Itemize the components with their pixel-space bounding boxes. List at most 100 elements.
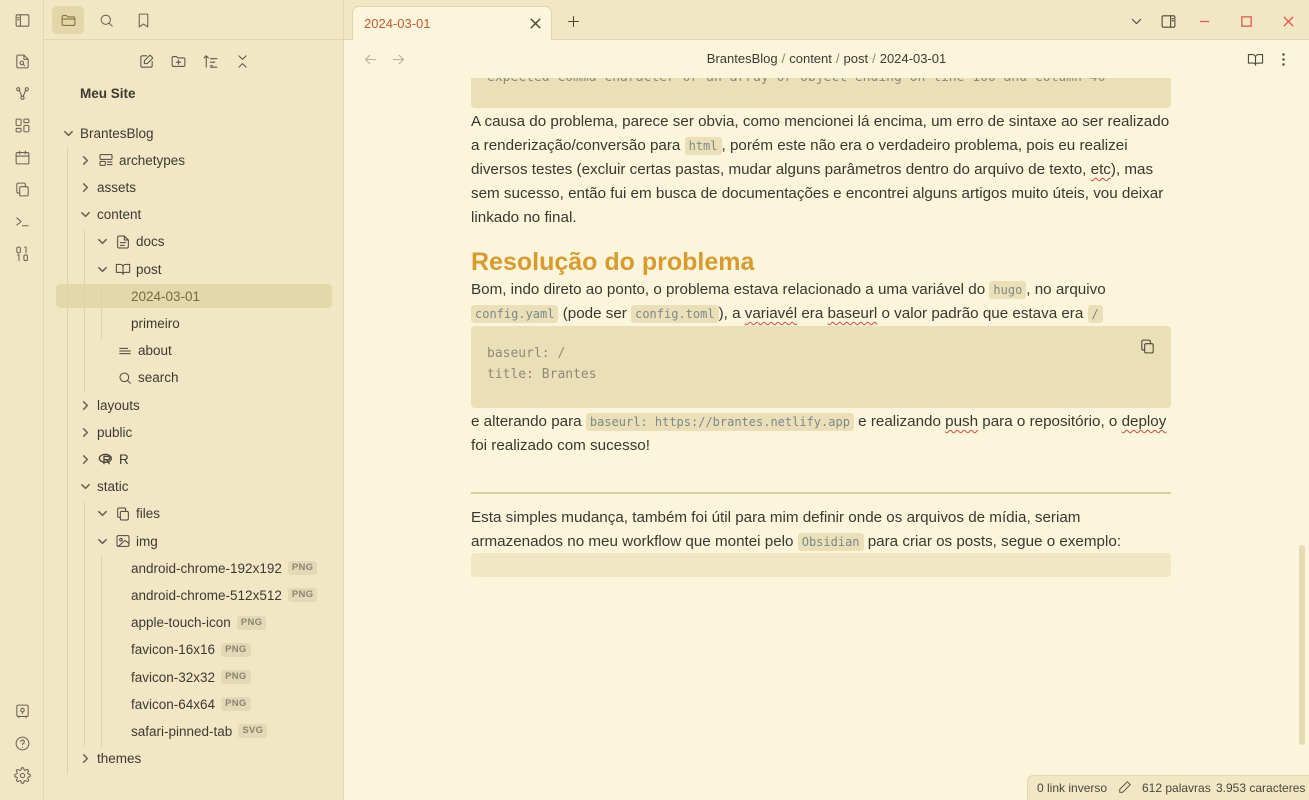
tree-folder[interactable]: layouts (44, 393, 334, 417)
tree-file[interactable]: android-chrome-192x192 PNG (44, 556, 334, 580)
chevron-down-icon[interactable] (96, 236, 108, 248)
paragraph-resolucao[interactable]: Bom, indo direto ao ponto, o problema es… (471, 278, 1171, 326)
tree-folder[interactable]: files (44, 502, 334, 526)
folder-icon[interactable] (52, 6, 84, 34)
tree-file[interactable]: 2024-03-01 (56, 284, 332, 309)
tree-folder[interactable]: content (44, 203, 334, 227)
chevron-down-icon[interactable] (79, 481, 91, 493)
chevron-down-icon[interactable] (79, 209, 91, 221)
sort-icon[interactable] (199, 50, 221, 72)
tree-file[interactable]: primeiro (44, 311, 334, 335)
tree-folder[interactable]: themes (44, 747, 334, 771)
tree-folder[interactable]: static (44, 475, 334, 499)
chevron-down-icon[interactable] (96, 535, 108, 547)
horizontal-rule (471, 492, 1171, 494)
maximize-icon[interactable] (1235, 10, 1257, 32)
tree-item-label: public (97, 424, 133, 440)
copy-icon[interactable] (11, 178, 33, 200)
help-icon[interactable] (11, 732, 33, 754)
graph-icon[interactable] (11, 82, 33, 104)
binary-icon[interactable] (11, 242, 33, 264)
chevron-right-icon[interactable] (79, 753, 91, 765)
file-search-icon[interactable] (11, 50, 33, 72)
inline-code: html (684, 137, 722, 155)
chevron-down-icon[interactable] (96, 508, 108, 520)
chevron-right-icon[interactable] (79, 399, 91, 411)
tree-file[interactable]: favicon-64x64 PNG (44, 692, 334, 716)
chevron-right-icon[interactable] (79, 181, 91, 193)
code-block-config[interactable]: baseurl: / title: Brantes (471, 326, 1171, 408)
word-count: 612 palavras (1142, 781, 1211, 795)
tree-file[interactable]: favicon-32x32 PNG (44, 665, 334, 689)
tree-item-label: favicon-64x64 (131, 696, 216, 712)
edit-mode-icon[interactable] (1118, 780, 1133, 795)
chevron-down-icon[interactable] (1125, 10, 1147, 32)
paragraph-mudanca[interactable]: Esta simples mudança, também foi útil pa… (471, 506, 1171, 554)
minimize-icon[interactable] (1193, 10, 1215, 32)
tree-folder[interactable]: BrantesBlog (44, 121, 334, 145)
breadcrumb-file[interactable]: 2024-03-01 (880, 51, 947, 66)
indent-guide (84, 229, 85, 393)
breadcrumb-folder-post[interactable]: post (844, 51, 869, 66)
new-folder-icon[interactable] (167, 50, 189, 72)
canvas-icon[interactable] (11, 114, 33, 136)
status-bar: 0 link inverso 612 palavras 3.953 caract… (1027, 775, 1309, 800)
terminal-icon[interactable] (11, 210, 33, 232)
window-close-icon[interactable] (1277, 10, 1299, 32)
sidebar-toggle-icon[interactable] (11, 9, 33, 31)
files-icon (114, 505, 131, 522)
scrollbar-thumb[interactable] (1299, 545, 1305, 745)
tree-item-label: themes (97, 751, 142, 767)
chevron-right-icon[interactable] (79, 426, 91, 438)
editor-content[interactable]: expected comma character or an array or … (344, 78, 1294, 800)
chevron-right-icon[interactable] (79, 453, 91, 465)
chevron-right-icon[interactable] (79, 154, 91, 166)
tree-file[interactable]: about (44, 339, 334, 363)
tree-folder[interactable]: archetypes (44, 148, 334, 172)
close-icon[interactable] (527, 15, 543, 31)
tree-folder[interactable]: public (44, 420, 334, 444)
indent-guide (101, 556, 102, 747)
tree-item-label: search (138, 370, 179, 386)
backlinks-count[interactable]: 0 link inverso (1037, 781, 1107, 795)
bookmark-icon[interactable] (127, 6, 159, 34)
vault-name[interactable]: Meu Site (80, 86, 136, 101)
calendar-icon[interactable] (11, 146, 33, 168)
tree-folder[interactable]: img (44, 529, 334, 553)
copy-code-icon[interactable] (1137, 336, 1157, 356)
code-block-empty[interactable] (471, 553, 1171, 577)
tree-folder[interactable]: docs (44, 230, 334, 254)
new-note-icon[interactable] (135, 50, 157, 72)
breadcrumb-vault[interactable]: BrantesBlog (707, 51, 778, 66)
chevron-down-icon[interactable] (96, 263, 108, 275)
breadcrumb-folder-content[interactable]: content (789, 51, 832, 66)
tree-file[interactable]: safari-pinned-tab SVG (44, 719, 334, 743)
vault-icon[interactable] (11, 700, 33, 722)
new-tab-icon[interactable] (562, 10, 584, 32)
tab-active[interactable]: 2024-03-01 (352, 6, 552, 40)
tree-folder[interactable]: R (44, 447, 334, 471)
paragraph-alterando[interactable]: e alterando para baseurl: https://brante… (471, 410, 1171, 458)
settings-icon[interactable] (11, 764, 33, 786)
collapse-icon[interactable] (231, 50, 253, 72)
file-extension-badge: SVG (238, 724, 268, 739)
tree-file[interactable]: favicon-16x16 PNG (44, 638, 334, 662)
heading-resolucao[interactable]: Resolução do problema (471, 248, 754, 277)
tree-folder[interactable]: post (44, 257, 334, 281)
code-block-error[interactable]: expected comma character or an array or … (471, 78, 1171, 108)
search-icon[interactable] (90, 6, 122, 34)
r-logo-icon (97, 451, 114, 468)
tree-item-label: 2024-03-01 (131, 288, 201, 304)
tree-folder[interactable]: assets (44, 175, 334, 199)
inline-code: baseurl: https://brantes.netlify.app (585, 413, 854, 431)
tree-file[interactable]: apple-touch-icon PNG (44, 611, 334, 635)
right-sidebar-toggle-icon[interactable] (1157, 10, 1179, 32)
chevron-down-icon[interactable] (62, 127, 74, 139)
reading-view-icon[interactable] (1245, 49, 1265, 69)
tree-item-label: apple-touch-icon (131, 615, 231, 631)
tree-file[interactable]: search (44, 366, 334, 390)
tree-file[interactable]: android-chrome-512x512 PNG (44, 583, 334, 607)
ribbon (0, 0, 44, 800)
more-options-icon[interactable] (1273, 49, 1293, 69)
paragraph-causa[interactable]: A causa do problema, parece ser obvia, c… (471, 110, 1171, 230)
